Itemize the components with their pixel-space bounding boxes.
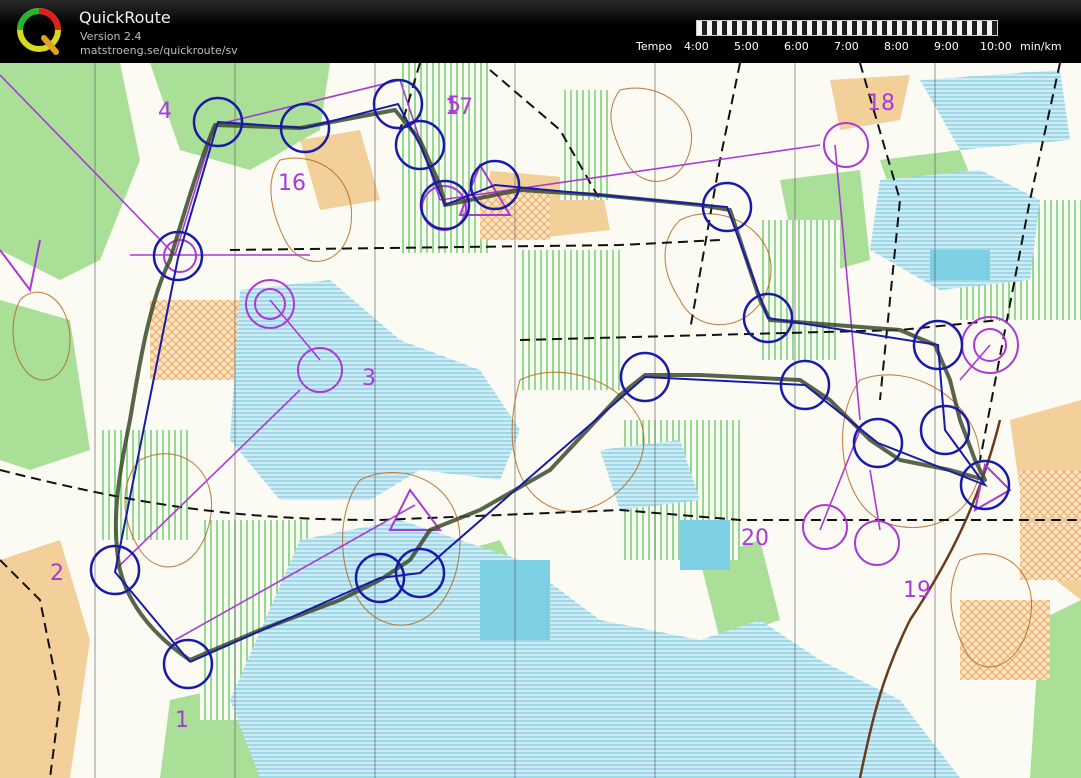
orienteering-map[interactable]: 1 2 3 4 5 16 17 18 19 20 xyxy=(0,63,1081,778)
control-number-2: 2 xyxy=(50,561,64,586)
tempo-tick: 10:00 xyxy=(980,40,1012,53)
control-number-20: 20 xyxy=(741,526,769,551)
tempo-tick: 6:00 xyxy=(784,40,809,53)
control-number-17: 17 xyxy=(445,95,473,120)
control-number-18: 18 xyxy=(867,91,895,116)
control-number-1: 1 xyxy=(175,708,189,733)
control-number-19: 19 xyxy=(903,578,931,603)
app-version: Version 2.4 xyxy=(80,30,142,43)
tempo-tick: 4:00 xyxy=(684,40,709,53)
tempo-tick: 9:00 xyxy=(934,40,959,53)
tempo-label: Tempo xyxy=(636,40,673,53)
control-number-4: 4 xyxy=(158,99,172,124)
quickroute-logo-icon xyxy=(17,8,61,55)
tempo-tick: 5:00 xyxy=(734,40,759,53)
tempo-unit: min/km xyxy=(1020,40,1062,53)
app-url: matstroeng.se/quickroute/sv xyxy=(80,44,238,57)
header-bar: QuickRoute Version 2.4 matstroeng.se/qui… xyxy=(0,0,1081,63)
tempo-tick: 7:00 xyxy=(834,40,859,53)
tempo-legend: Tempo 4:00 5:00 6:00 7:00 8:00 9:00 10:0… xyxy=(636,40,1076,54)
tempo-tick: 8:00 xyxy=(884,40,909,53)
map-canvas: 1 2 3 4 5 16 17 18 19 20 xyxy=(0,63,1081,778)
tempo-color-scale xyxy=(696,20,998,36)
control-number-3: 3 xyxy=(362,366,376,391)
app-title: QuickRoute xyxy=(79,8,171,27)
control-number-16: 16 xyxy=(278,171,306,196)
